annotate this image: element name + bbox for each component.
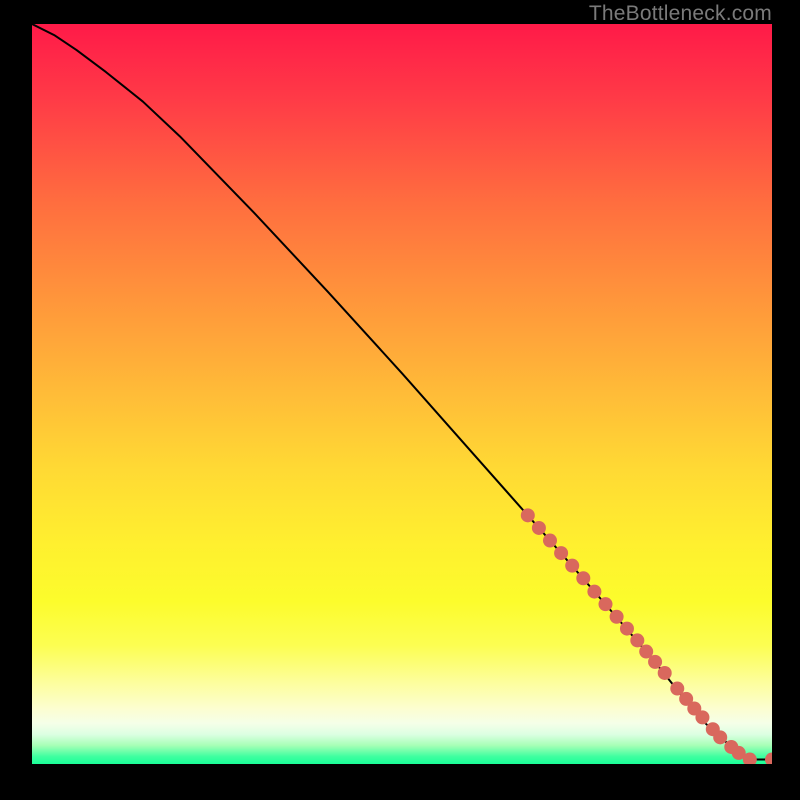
data-marker <box>658 666 672 680</box>
data-marker <box>610 610 624 624</box>
watermark-label: TheBottleneck.com <box>589 2 772 26</box>
data-marker <box>713 730 727 744</box>
data-marker <box>695 710 709 724</box>
data-marker <box>630 633 644 647</box>
data-marker <box>765 753 772 764</box>
data-marker <box>599 597 613 611</box>
data-marker <box>554 546 568 560</box>
data-marker <box>532 521 546 535</box>
data-marker <box>576 571 590 585</box>
chart-overlay-svg <box>32 24 772 764</box>
marker-group <box>521 508 772 764</box>
data-marker <box>521 508 535 522</box>
data-marker <box>587 585 601 599</box>
curve-line <box>32 24 772 760</box>
data-marker <box>565 559 579 573</box>
data-marker <box>543 534 557 548</box>
data-marker <box>620 622 634 636</box>
chart-stage: TheBottleneck.com <box>0 0 800 800</box>
plot-area <box>32 24 772 764</box>
data-marker <box>648 655 662 669</box>
